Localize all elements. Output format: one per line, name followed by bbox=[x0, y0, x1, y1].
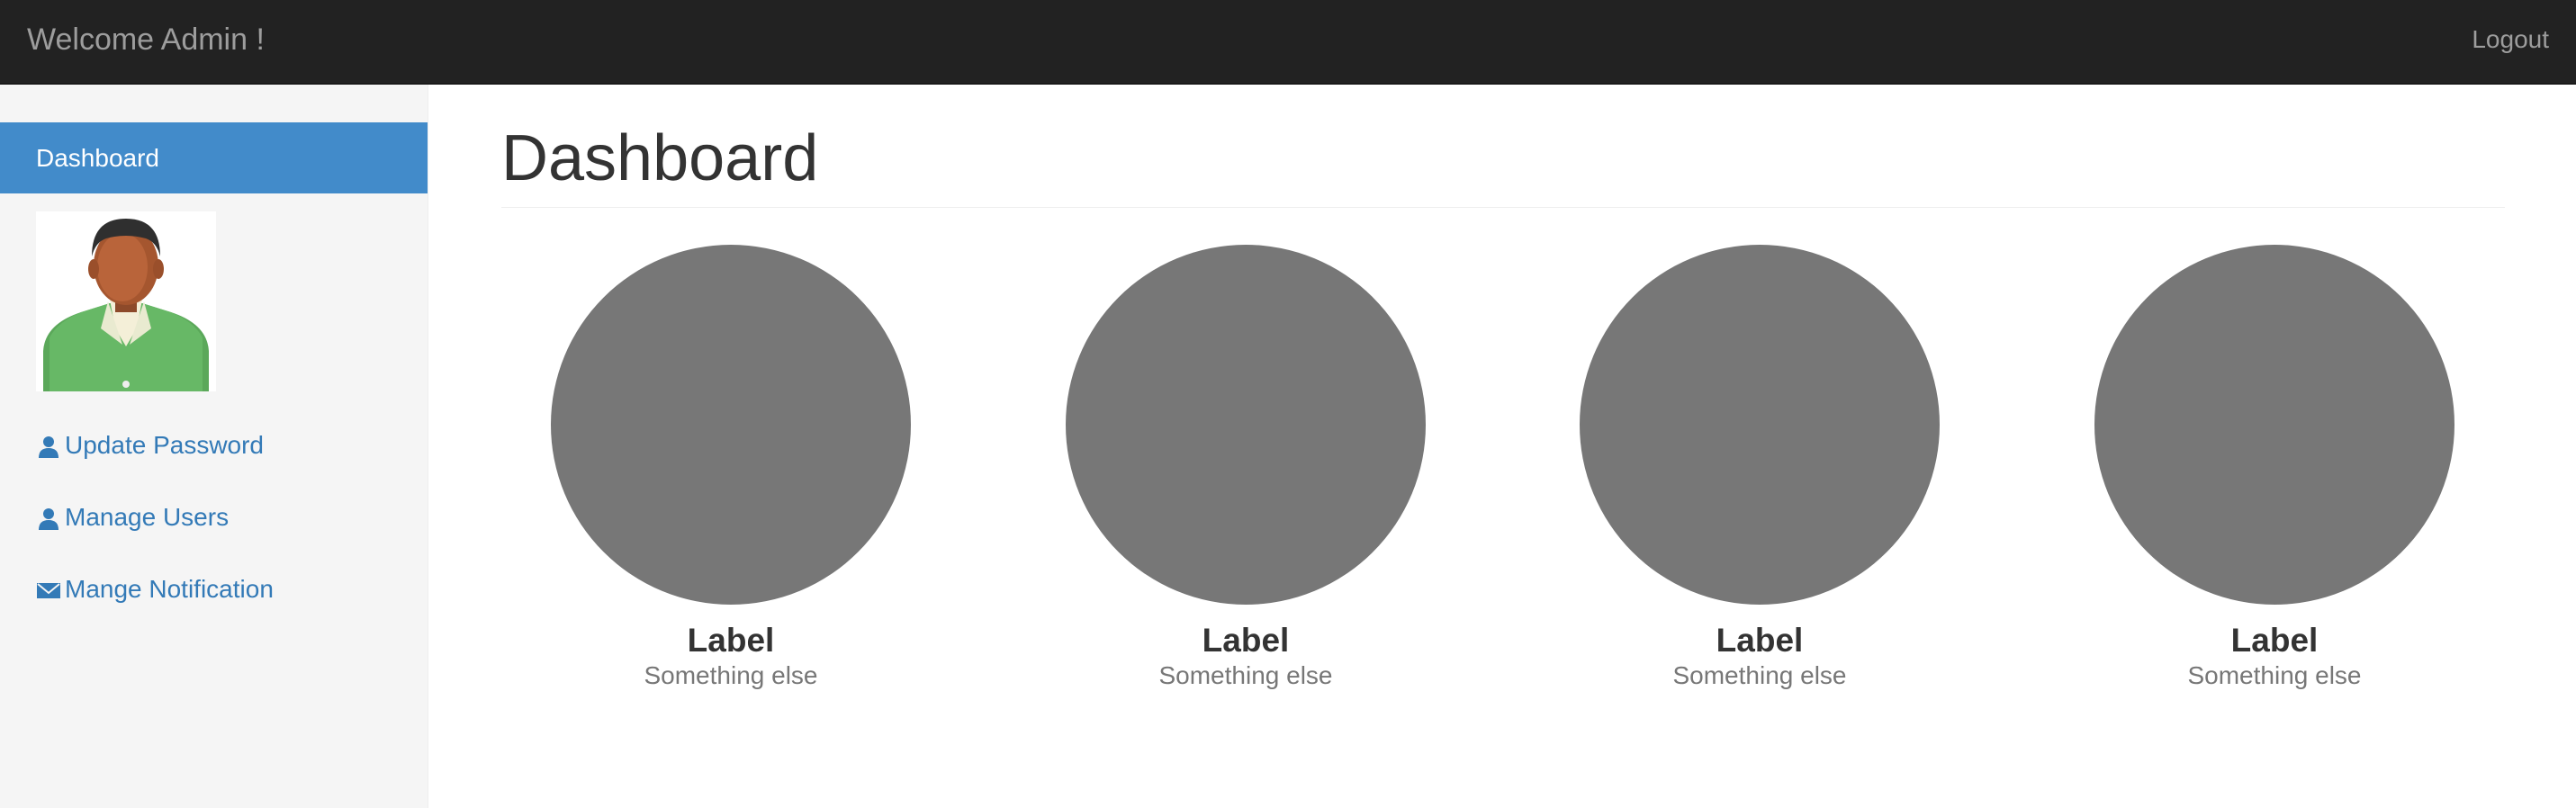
top-navbar: Welcome Admin ! Logout bbox=[0, 0, 2576, 85]
placeholder-tile: Label Something else bbox=[1580, 245, 1940, 691]
sidebar-item-manage-users[interactable]: Manage Users bbox=[36, 499, 229, 535]
placeholder-image bbox=[2094, 245, 2454, 605]
placeholder-label: Label bbox=[2230, 622, 2319, 659]
sidebar-item-update-password[interactable]: Update Password bbox=[36, 427, 264, 463]
placeholder-label: Label bbox=[1716, 622, 1804, 659]
page-header: Dashboard bbox=[501, 112, 2505, 208]
placeholder-subtext: Something else bbox=[1158, 661, 1333, 689]
placeholder-subtext: Something else bbox=[644, 661, 818, 689]
sidebar: Dashboard Update Password Manage Users M… bbox=[0, 85, 428, 808]
navbar-brand[interactable]: Welcome Admin ! bbox=[27, 0, 265, 85]
sidebar-item-manage-notification[interactable]: Mange Notification bbox=[36, 571, 274, 607]
sidebar-item-label: Manage Users bbox=[65, 503, 230, 531]
page-title: Dashboard bbox=[501, 122, 819, 194]
user-icon bbox=[36, 505, 61, 530]
placeholder-tile: Label Something else bbox=[2094, 245, 2454, 691]
placeholder-subtext: Something else bbox=[1672, 661, 1847, 689]
placeholder-label: Label bbox=[687, 622, 775, 659]
avatar-illustration bbox=[36, 211, 216, 391]
placeholder-tile: Label Something else bbox=[1066, 245, 1426, 691]
placeholder-image bbox=[1066, 245, 1426, 605]
sidebar-item-label: Update Password bbox=[65, 431, 265, 459]
envelope-icon bbox=[36, 577, 61, 602]
placeholder-tile: Label Something else bbox=[551, 245, 911, 691]
sidebar-item-dashboard[interactable]: Dashboard bbox=[0, 122, 428, 193]
user-icon bbox=[36, 433, 61, 458]
logout-link[interactable]: Logout bbox=[2472, 0, 2549, 85]
sidebar-item-label: Mange Notification bbox=[65, 575, 274, 603]
placeholder-subtext: Something else bbox=[2187, 661, 2362, 689]
placeholder-label: Label bbox=[1202, 622, 1290, 659]
main-content: Dashboard Label Something else Label Som… bbox=[428, 85, 2576, 808]
user-avatar-image bbox=[36, 211, 216, 391]
placeholder-image bbox=[551, 245, 911, 605]
placeholder-image bbox=[1580, 245, 1940, 605]
